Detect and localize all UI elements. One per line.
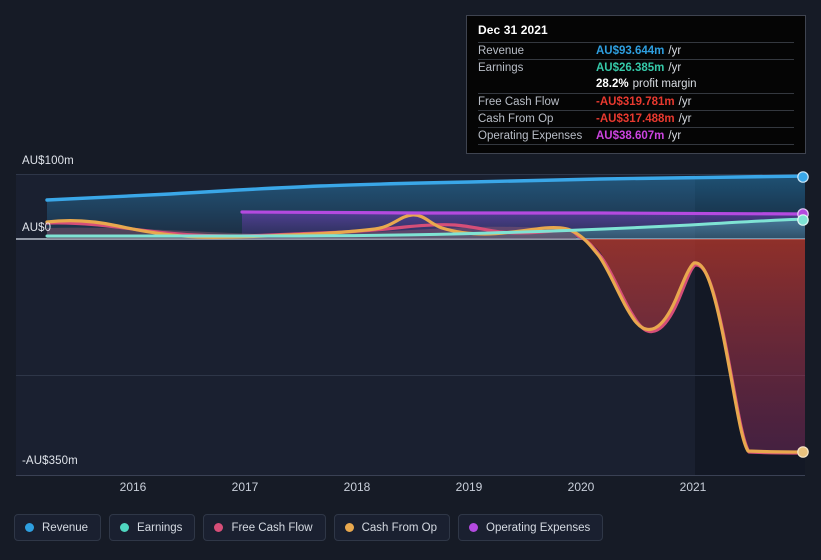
tooltip-row-operating-expenses: Operating Expenses AU$38.607m /yr: [478, 127, 794, 144]
x-axis-label-2016: 2016: [119, 480, 147, 494]
legend-label-operating-expenses: Operating Expenses: [486, 521, 591, 534]
legend-label-earnings: Earnings: [137, 521, 183, 534]
data-tooltip: Dec 31 2021 Revenue AU$93.644m /yr Earni…: [466, 15, 806, 154]
legend-item-cash-from-op[interactable]: Cash From Op: [333, 514, 451, 541]
legend-dot-free-cash-flow-icon: [214, 523, 224, 532]
tooltip-value-earnings: AU$26.385m: [596, 62, 665, 74]
tooltip-unit-revenue: /yr: [668, 45, 682, 57]
chart-legend: Revenue Earnings Free Cash Flow Cash Fro…: [14, 514, 604, 541]
endpoint-dot-revenue: [797, 171, 809, 183]
legend-item-free-cash-flow[interactable]: Free Cash Flow: [203, 514, 326, 541]
tooltip-unit-earnings: /yr: [668, 62, 682, 74]
tooltip-unit-cash-from-op: /yr: [678, 113, 692, 125]
legend-dot-earnings-icon: [120, 523, 130, 532]
tooltip-value-free-cash-flow: -AU$319.781m: [596, 96, 675, 108]
tooltip-value-profit-margin: 28.2%: [596, 78, 629, 90]
endpoint-dot-earnings: [797, 214, 809, 226]
tooltip-row-profit-margin: 28.2% profit margin: [478, 76, 794, 93]
tooltip-label-operating-expenses: Operating Expenses: [478, 130, 583, 142]
tooltip-label-cash-from-op: Cash From Op: [478, 113, 554, 125]
x-axis-label-2019: 2019: [455, 480, 483, 494]
financial-chart-widget: AU$100m AU$0 -AU$350m 2016 2017 2018 201…: [0, 0, 821, 560]
tooltip-row-revenue: Revenue AU$93.644m /yr: [478, 42, 794, 59]
legend-item-revenue[interactable]: Revenue: [14, 514, 102, 541]
tooltip-row-cash-from-op: Cash From Op -AU$317.488m /yr: [478, 110, 794, 127]
tooltip-label-free-cash-flow: Free Cash Flow: [478, 96, 560, 108]
tooltip-unit-operating-expenses: /yr: [668, 130, 682, 142]
y-axis-label-top: AU$100m: [22, 155, 74, 167]
legend-label-cash-from-op: Cash From Op: [361, 521, 438, 534]
tooltip-label-revenue: Revenue: [478, 45, 525, 57]
tooltip-value-revenue: AU$93.644m: [596, 45, 665, 57]
endpoint-dot-cash-from-op: [797, 446, 809, 458]
legend-item-operating-expenses[interactable]: Operating Expenses: [458, 514, 604, 541]
legend-dot-cash-from-op-icon: [344, 523, 354, 532]
legend-dot-operating-expenses-icon: [469, 523, 479, 532]
series-line-operating-expenses: [240, 210, 805, 216]
x-axis-label-2021: 2021: [679, 480, 707, 494]
tooltip-label-earnings: Earnings: [478, 62, 524, 74]
tooltip-unit-profit-margin: profit margin: [632, 78, 697, 90]
tooltip-row-earnings: Earnings AU$26.385m /yr: [478, 59, 794, 76]
legend-dot-revenue-icon: [25, 523, 34, 532]
tooltip-value-cash-from-op: -AU$317.488m: [596, 113, 675, 125]
y-axis-label-bottom: -AU$350m: [22, 455, 78, 467]
legend-label-revenue: Revenue: [42, 521, 89, 534]
x-axis-label-2018: 2018: [343, 480, 371, 494]
x-axis-label-2017: 2017: [231, 480, 259, 494]
tooltip-row-free-cash-flow: Free Cash Flow -AU$319.781m /yr: [478, 93, 794, 110]
tooltip-date: Dec 31 2021: [478, 23, 548, 37]
tooltip-footer-divider: [478, 144, 794, 147]
tooltip-value-operating-expenses: AU$38.607m: [596, 130, 665, 142]
x-axis-label-2020: 2020: [567, 480, 595, 494]
legend-item-earnings[interactable]: Earnings: [109, 514, 196, 541]
legend-label-free-cash-flow: Free Cash Flow: [231, 521, 313, 534]
tooltip-unit-free-cash-flow: /yr: [678, 96, 692, 108]
y-axis-label-zero: AU$0: [22, 222, 52, 234]
